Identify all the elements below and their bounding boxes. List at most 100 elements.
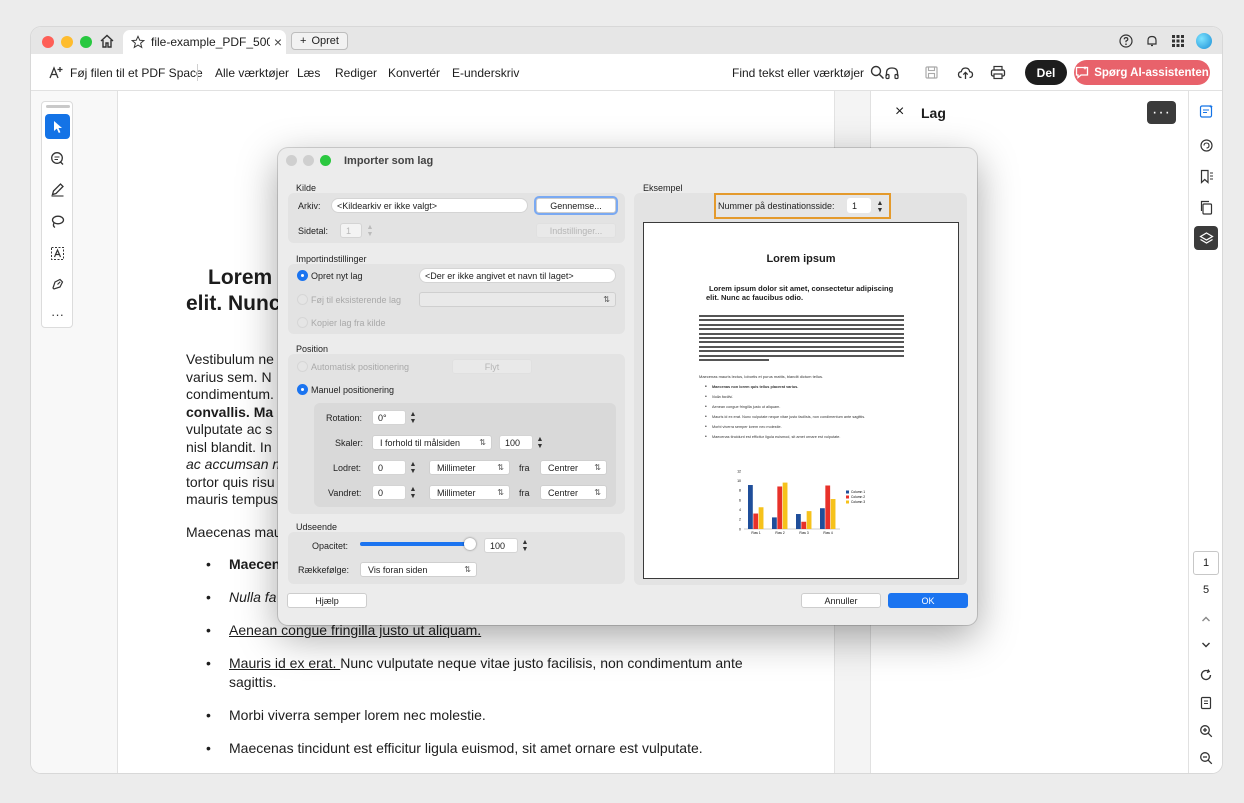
- save-icon[interactable]: [924, 54, 939, 91]
- more-tools-icon[interactable]: ···: [45, 302, 70, 327]
- star-icon[interactable]: [131, 35, 145, 49]
- edit-menu[interactable]: Rediger: [335, 54, 377, 91]
- lasso-tool-icon[interactable]: [45, 209, 70, 234]
- bell-icon[interactable]: [1144, 33, 1160, 49]
- layer-name-field[interactable]: <Der er ikke angivet et navn til laget>: [419, 268, 616, 283]
- scale-select[interactable]: I forhold til målsiden ⇅: [372, 435, 492, 450]
- opacity-field[interactable]: 100: [484, 538, 518, 553]
- close-window-button[interactable]: [42, 36, 54, 48]
- avatar[interactable]: [1196, 33, 1212, 49]
- horizontal-field[interactable]: 0: [372, 485, 406, 500]
- page-number-label: Sidetal:: [298, 226, 329, 236]
- auto-position-radio[interactable]: [297, 361, 308, 372]
- ok-button[interactable]: OK: [888, 593, 968, 608]
- minimize-window-button[interactable]: [61, 36, 73, 48]
- preview-text-line: [699, 354, 904, 357]
- select-tool-icon[interactable]: [45, 114, 70, 139]
- draw-pen-tool-icon[interactable]: [45, 177, 70, 202]
- apps-grid-icon[interactable]: [1170, 33, 1186, 49]
- scale-stepper[interactable]: ▲ ▼: [535, 434, 545, 451]
- horizontal-anchor-select[interactable]: Centrer ⇅: [540, 485, 607, 500]
- help-button[interactable]: Hjælp: [287, 593, 367, 608]
- esign-menu[interactable]: E-underskriv: [452, 54, 519, 91]
- vertical-stepper[interactable]: ▲ ▼: [408, 459, 418, 476]
- rotation-field[interactable]: 0°: [372, 410, 406, 425]
- order-select[interactable]: Vis foran siden ⇅: [360, 562, 477, 577]
- page-number-stepper[interactable]: ▲ ▼: [365, 222, 375, 239]
- vertical-field[interactable]: 0: [372, 460, 406, 475]
- print-icon[interactable]: [990, 54, 1006, 91]
- move-button[interactable]: Flyt: [452, 359, 532, 374]
- close-panel-icon[interactable]: ×: [895, 103, 904, 121]
- rotate-icon[interactable]: [1194, 663, 1218, 687]
- preview-bullets: Maecenas non lorem quis tellus placerat …: [705, 385, 907, 445]
- list-item: Morbi viverra semper lorem nec molestie.: [186, 706, 766, 725]
- dialog-zoom-button[interactable]: [320, 155, 331, 166]
- page-number-input[interactable]: 1: [1193, 551, 1219, 575]
- manual-position-radio[interactable]: [297, 384, 308, 395]
- destination-page-label: Nummer på destinationsside:: [718, 201, 835, 211]
- convert-menu[interactable]: Konvertér: [388, 54, 440, 91]
- existing-layer-select[interactable]: ⇅: [419, 292, 616, 307]
- comments-icon[interactable]: [1194, 133, 1218, 157]
- cancel-button[interactable]: Annuller: [801, 593, 881, 608]
- panel-more-button[interactable]: ···: [1147, 101, 1176, 124]
- file-field[interactable]: <Kildearkiv er ikke valgt>: [331, 198, 528, 213]
- signature-tool-icon[interactable]: [45, 272, 70, 297]
- page-fit-icon[interactable]: [1194, 691, 1218, 715]
- chevron-up-icon[interactable]: [1194, 607, 1218, 631]
- dialog-title: Importer som lag: [344, 155, 434, 167]
- opacity-slider[interactable]: [360, 538, 476, 550]
- ai-assistant-button[interactable]: Spørg AI-assistenten: [1074, 60, 1210, 85]
- right-rail: 1 5: [1188, 91, 1222, 773]
- dialog-minimize-button[interactable]: [303, 155, 314, 166]
- scale-field[interactable]: 100: [499, 435, 533, 450]
- add-to-existing-radio[interactable]: [297, 294, 308, 305]
- rotation-label: Rotation:: [326, 413, 363, 423]
- destination-page-field[interactable]: 1: [847, 198, 871, 213]
- preview-heading: Lorem ipsum dolor sit amet, consectetur …: [706, 284, 893, 302]
- horizontal-unit-select[interactable]: Millimeter ⇅: [429, 485, 510, 500]
- drag-handle[interactable]: [46, 105, 70, 108]
- document-tab[interactable]: file-example_PDF_500... ×: [123, 30, 286, 54]
- copy-layers-radio[interactable]: [297, 317, 308, 328]
- text-box-tool-icon[interactable]: [45, 241, 70, 266]
- new-tab-button[interactable]: + Opret: [291, 32, 348, 50]
- all-tools-menu[interactable]: Alle værktøjer: [215, 54, 289, 91]
- opacity-stepper[interactable]: ▲ ▼: [520, 537, 530, 554]
- destination-page-stepper[interactable]: ▲ ▼: [875, 198, 885, 215]
- zoom-out-icon[interactable]: [1194, 746, 1218, 770]
- create-new-layer-radio[interactable]: [297, 270, 308, 281]
- chart-category-label: Row 2: [775, 531, 785, 535]
- browse-button[interactable]: Gennemse...: [536, 198, 616, 213]
- horizontal-stepper[interactable]: ▲ ▼: [408, 484, 418, 501]
- zoom-window-button[interactable]: [80, 36, 92, 48]
- comment-tool-icon[interactable]: [45, 146, 70, 171]
- bookmarks-icon[interactable]: [1194, 164, 1218, 188]
- opacity-slider-knob[interactable]: [464, 538, 476, 550]
- find-tools-button[interactable]: Find tekst eller værktøjer: [732, 54, 885, 91]
- pages-icon[interactable]: [1194, 195, 1218, 219]
- help-icon[interactable]: [1118, 33, 1134, 49]
- settings-button[interactable]: Indstillinger...: [536, 223, 616, 238]
- page-number-field[interactable]: 1: [340, 223, 362, 238]
- list-item-link[interactable]: Mauris id ex erat.: [229, 655, 340, 671]
- vertical-anchor-select[interactable]: Centrer ⇅: [540, 460, 607, 475]
- chevron-updown-icon: ⇅: [464, 565, 471, 574]
- chevron-down-icon[interactable]: [1194, 633, 1218, 657]
- home-icon[interactable]: [99, 33, 115, 49]
- read-menu[interactable]: Læs: [297, 54, 320, 91]
- rotation-stepper[interactable]: ▲ ▼: [408, 409, 418, 426]
- zoom-in-icon[interactable]: [1194, 719, 1218, 743]
- headphones-icon[interactable]: [884, 54, 900, 91]
- vertical-unit-select[interactable]: Millimeter ⇅: [429, 460, 510, 475]
- cloud-upload-icon[interactable]: [957, 54, 974, 91]
- ai-summary-icon[interactable]: [1194, 99, 1218, 123]
- preview-paragraph-2: Maecenas mauris lectus, lobortis et puru…: [699, 374, 824, 379]
- dialog-close-button[interactable]: [286, 155, 297, 166]
- chevron-updown-icon: ⇅: [594, 488, 601, 497]
- add-to-pdf-space-button[interactable]: Føj filen til et PDF Space: [48, 54, 203, 91]
- tab-close-icon[interactable]: ×: [270, 34, 286, 50]
- layers-icon[interactable]: [1194, 226, 1218, 250]
- share-button[interactable]: Del: [1025, 60, 1067, 85]
